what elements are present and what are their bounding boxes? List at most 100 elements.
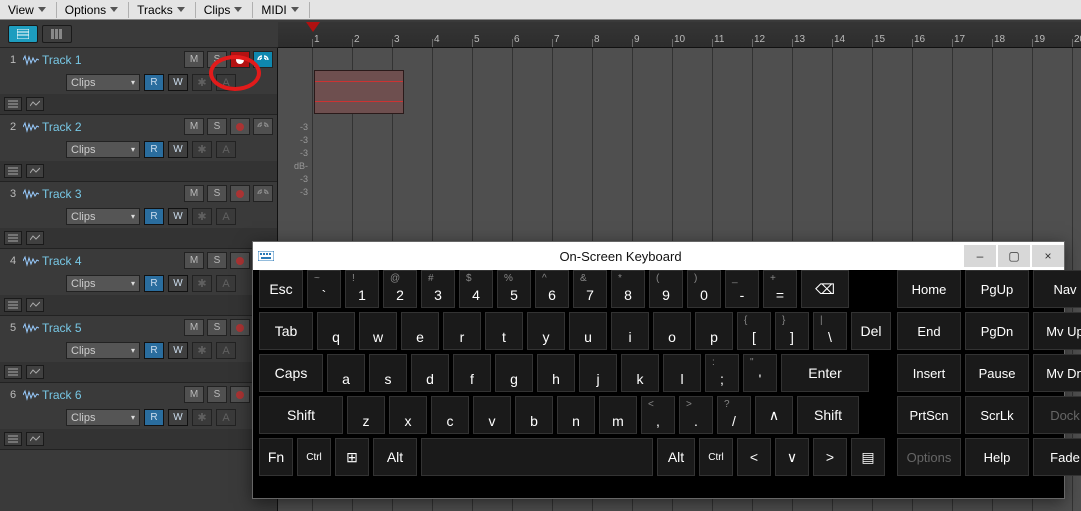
write-automation-button[interactable]: W — [168, 275, 188, 292]
expand-button[interactable] — [4, 164, 22, 178]
arm-record-button[interactable] — [230, 319, 250, 336]
key-enter[interactable]: Enter — [781, 354, 869, 392]
key-[interactable]: _- — [725, 270, 759, 308]
key-[interactable]: ∨ — [775, 438, 809, 476]
mute-button[interactable]: M — [184, 252, 204, 269]
key-mv-up[interactable]: Mv Up — [1033, 312, 1081, 350]
expand-button[interactable] — [4, 298, 22, 312]
key-fade[interactable]: Fade — [1033, 438, 1081, 476]
key-[interactable]: }] — [775, 312, 809, 350]
track-name[interactable]: Track 2 — [40, 120, 184, 134]
timeline-ruler[interactable]: 1234567891011121314151617181920 — [278, 22, 1081, 48]
automation-lane-button[interactable] — [26, 298, 44, 312]
menu-tracks[interactable]: Tracks — [129, 0, 195, 19]
key-v[interactable]: v — [473, 396, 511, 434]
key-tab[interactable]: Tab — [259, 312, 313, 350]
key-k[interactable]: k — [621, 354, 659, 392]
menu-midi[interactable]: MIDI — [253, 0, 308, 19]
key-i[interactable]: i — [611, 312, 649, 350]
solo-button[interactable]: S — [207, 185, 227, 202]
key-[interactable]: += — [763, 270, 797, 308]
archive-button[interactable]: A — [216, 409, 236, 426]
key-alt[interactable]: Alt — [657, 438, 695, 476]
input-echo-button[interactable] — [253, 185, 273, 202]
mute-button[interactable]: M — [184, 185, 204, 202]
key-z[interactable]: z — [347, 396, 385, 434]
key-m[interactable]: m — [599, 396, 637, 434]
write-automation-button[interactable]: W — [168, 409, 188, 426]
key-[interactable]: ▤ — [851, 438, 885, 476]
automation-lane-button[interactable] — [26, 231, 44, 245]
archive-button[interactable]: A — [216, 342, 236, 359]
edit-filter-dropdown[interactable]: Clips▾ — [66, 275, 140, 292]
arm-record-button[interactable] — [230, 252, 250, 269]
solo-button[interactable]: S — [207, 118, 227, 135]
write-automation-button[interactable]: W — [168, 141, 188, 158]
read-automation-button[interactable]: R — [144, 275, 164, 292]
key-f[interactable]: f — [453, 354, 491, 392]
key-[interactable]: "' — [743, 354, 777, 392]
automation-lane-button[interactable] — [26, 365, 44, 379]
key-end[interactable]: End — [897, 312, 961, 350]
archive-button[interactable]: A — [216, 208, 236, 225]
key-shift[interactable]: Shift — [259, 396, 343, 434]
maximize-button[interactable]: ▢ — [998, 245, 1030, 267]
audio-clip[interactable] — [314, 70, 404, 114]
key-[interactable]: ⌫ — [801, 270, 849, 308]
key-b[interactable]: b — [515, 396, 553, 434]
key-4[interactable]: $4 — [459, 270, 493, 308]
minimize-button[interactable]: – — [964, 245, 996, 267]
key-n[interactable]: n — [557, 396, 595, 434]
track-name[interactable]: Track 3 — [40, 187, 184, 201]
key-1[interactable]: !1 — [345, 270, 379, 308]
track-name[interactable]: Track 1 — [40, 53, 184, 67]
expand-button[interactable] — [4, 231, 22, 245]
expand-button[interactable] — [4, 432, 22, 446]
arm-record-button[interactable] — [230, 185, 250, 202]
write-automation-button[interactable]: W — [168, 74, 188, 91]
key-y[interactable]: y — [527, 312, 565, 350]
key-3[interactable]: #3 — [421, 270, 455, 308]
key-h[interactable]: h — [537, 354, 575, 392]
edit-filter-dropdown[interactable]: Clips▾ — [66, 342, 140, 359]
read-automation-button[interactable]: R — [144, 208, 164, 225]
key-8[interactable]: *8 — [611, 270, 645, 308]
key-j[interactable]: j — [579, 354, 617, 392]
arm-record-button[interactable] — [230, 118, 250, 135]
track-name[interactable]: Track 5 — [40, 321, 184, 335]
key-[interactable]: < — [737, 438, 771, 476]
key-shift[interactable]: Shift — [797, 396, 859, 434]
mute-button[interactable]: M — [184, 319, 204, 336]
edit-filter-dropdown[interactable]: Clips▾ — [66, 74, 140, 91]
write-automation-button[interactable]: W — [168, 208, 188, 225]
key-o[interactable]: o — [653, 312, 691, 350]
track-view-button[interactable] — [8, 25, 38, 43]
expand-button[interactable] — [4, 365, 22, 379]
key-t[interactable]: t — [485, 312, 523, 350]
freeze-button[interactable]: ✱ — [192, 342, 212, 359]
key-q[interactable]: q — [317, 312, 355, 350]
automation-lane-button[interactable] — [26, 164, 44, 178]
key-[interactable]: ~` — [307, 270, 341, 308]
input-echo-button[interactable] — [253, 51, 273, 68]
key-fn[interactable]: Fn — [259, 438, 293, 476]
solo-button[interactable]: S — [207, 252, 227, 269]
edit-filter-dropdown[interactable]: Clips▾ — [66, 208, 140, 225]
key-prtscn[interactable]: PrtScn — [897, 396, 961, 434]
input-echo-button[interactable] — [253, 118, 273, 135]
freeze-button[interactable]: ✱ — [192, 208, 212, 225]
key-g[interactable]: g — [495, 354, 533, 392]
menu-options[interactable]: Options — [57, 0, 128, 19]
menu-view[interactable]: View — [0, 0, 56, 19]
key-alt[interactable]: Alt — [373, 438, 417, 476]
playhead-marker[interactable] — [306, 22, 320, 36]
key-del[interactable]: Del — [851, 312, 891, 350]
key-[interactable]: {[ — [737, 312, 771, 350]
key-a[interactable]: a — [327, 354, 365, 392]
key-nav[interactable]: Nav — [1033, 270, 1081, 308]
key-dock[interactable]: Dock — [1033, 396, 1081, 434]
key-pgdn[interactable]: PgDn — [965, 312, 1029, 350]
key-[interactable]: :; — [705, 354, 739, 392]
solo-button[interactable]: S — [207, 386, 227, 403]
key-esc[interactable]: Esc — [259, 270, 303, 308]
